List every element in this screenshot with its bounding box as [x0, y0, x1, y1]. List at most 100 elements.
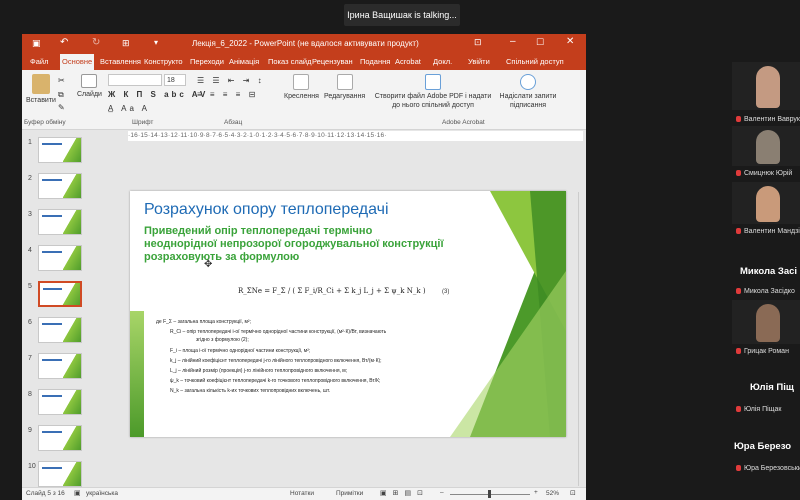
definition-line: k_j – лінійний коефіцієнт теплопередачі …	[170, 358, 382, 364]
slide-thumbnail-number: 9	[28, 427, 32, 434]
close-icon[interactable]: ✕	[566, 36, 574, 47]
undo-icon[interactable]: ↶	[60, 37, 68, 48]
thumbnail-title-line	[42, 395, 62, 397]
fit-slide-icon[interactable]: ⊡	[570, 489, 576, 497]
tab-design[interactable]: Конструкто	[144, 57, 183, 66]
participant-label: Микола Засідко	[736, 288, 795, 295]
tab-view[interactable]: Подання	[360, 57, 390, 66]
thumbnail-title-line	[43, 288, 63, 290]
share-button[interactable]: Спільний доступ	[506, 57, 564, 66]
slide-thumbnail-number: 4	[28, 247, 32, 254]
vertical-scrollbar[interactable]	[578, 192, 586, 486]
zoom-in-icon[interactable]: +	[534, 489, 538, 496]
thumbnail-title-line	[42, 323, 62, 325]
window-title: Лекція_6_2022 - PowerPoint (не вдалося а…	[192, 39, 419, 48]
ribbon: Вставити ✂ ⧉ ✎ Слайди 18 Ж К П S abc AV …	[22, 70, 586, 130]
slide-thumbnail[interactable]	[38, 317, 82, 343]
ribbon-tabs: Файл Основне Вставлення Конструкто Перех…	[22, 54, 586, 70]
font-family-select[interactable]	[108, 74, 162, 86]
search-icon	[336, 74, 353, 90]
muted-mic-icon	[736, 348, 741, 355]
font-size-select[interactable]: 18	[164, 74, 186, 86]
present-icon[interactable]: ⊞	[122, 38, 130, 49]
sign-in-link[interactable]: Увійти	[468, 57, 490, 66]
tab-home[interactable]: Основне	[60, 54, 95, 70]
definition-line: L_j – лінійний розмір (проекція) j-го лі…	[170, 368, 348, 374]
tab-transitions[interactable]: Переходи	[190, 57, 224, 66]
paste-button[interactable]: Вставити	[26, 74, 56, 105]
align-buttons[interactable]: ≡ ≡ ≡ ≡ ⊟	[197, 90, 258, 99]
slides-button[interactable]: Слайди	[77, 74, 102, 99]
group-adobe: Adobe Acrobat	[442, 119, 485, 126]
definition-line: де F_Σ – загальна площа конструкції, м²;	[156, 319, 251, 325]
view-buttons[interactable]: ▣⊞▤⊡	[380, 489, 429, 497]
minimize-icon[interactable]: –	[510, 36, 516, 47]
cut-icon[interactable]: ✂	[58, 76, 65, 85]
tab-review[interactable]: Рецензуван	[312, 57, 353, 66]
participant-name: Грицак Роман	[744, 348, 789, 355]
participant-avatar	[756, 130, 780, 164]
definition-line: N_k – загальна кількість k-их точкових т…	[170, 388, 331, 394]
comments-button[interactable]: Примітки	[336, 490, 363, 497]
thumbnail-title-line	[42, 467, 62, 469]
slide-thumbnail[interactable]	[38, 245, 82, 271]
redo-icon[interactable]: ↻	[92, 37, 100, 48]
request-signatures-button[interactable]: Надіслати запити підписання	[496, 74, 560, 110]
zoom-level[interactable]: 52%	[546, 490, 559, 497]
tab-tell-me[interactable]: Докл.	[433, 57, 452, 66]
participant-label: Смицнюк Юрій	[736, 170, 792, 177]
participant-video[interactable]	[732, 182, 800, 224]
maximize-icon[interactable]: ☐	[536, 37, 544, 48]
green-decoration	[450, 191, 566, 437]
resistance-formula: R_ΣNe = F_Σ / ( Σ F_i/R_Ci + Σ k_j L_j +…	[238, 287, 426, 295]
slide-thumbnail[interactable]	[38, 281, 82, 307]
customize-qat-icon[interactable]: ▾	[154, 38, 158, 47]
zoom-slider-thumb[interactable]	[488, 490, 491, 498]
horizontal-ruler: ·16·15·14·13·12·11·10·9·8·7·6·5·4·3·2·1·…	[128, 131, 583, 141]
new-slide-icon	[81, 74, 98, 88]
slide-thumbnail[interactable]	[38, 173, 82, 199]
drawing-button[interactable]: Креслення	[284, 74, 319, 101]
font-format-buttons[interactable]: Ж К П S abc AV	[108, 90, 208, 99]
spellcheck-icon[interactable]: ▣	[74, 489, 81, 497]
participant-name: Юра Березовський	[744, 465, 800, 472]
slide-title: Розрахунок опору теплопередачі	[144, 201, 389, 218]
group-paragraph: Абзац	[224, 119, 243, 126]
tab-acrobat[interactable]: Acrobat	[395, 57, 421, 66]
slide-thumbnail[interactable]	[38, 461, 82, 487]
slide-thumbnail[interactable]	[38, 137, 82, 163]
muted-mic-icon	[736, 465, 741, 472]
tab-file[interactable]: Файл	[30, 57, 48, 66]
thumbnail-title-line	[42, 215, 62, 217]
language-indicator[interactable]: українська	[86, 490, 118, 497]
participant-name: Микола Засідко	[744, 288, 795, 295]
font-color-buttons[interactable]: A̲ Aa A	[108, 104, 150, 113]
group-clipboard: Буфер обміну	[24, 119, 66, 126]
copy-icon[interactable]: ⧉	[58, 90, 64, 100]
tab-insert[interactable]: Вставлення	[100, 57, 141, 66]
editing-button[interactable]: Редагування	[324, 74, 365, 101]
slide-thumbnail[interactable]	[38, 389, 82, 415]
green-left-bar	[130, 311, 144, 437]
group-font: Шрифт	[132, 119, 154, 126]
thumbnail-title-line	[42, 359, 62, 361]
list-buttons[interactable]: ☰ ☰ ⇤ ⇥ ↕	[197, 76, 265, 85]
create-pdf-button[interactable]: Створити файл Adobe PDF і надати до ньог…	[372, 74, 494, 110]
zoom-out-icon[interactable]: –	[440, 489, 444, 496]
slide-thumbnail[interactable]	[38, 353, 82, 379]
tab-animations[interactable]: Анімація	[229, 57, 259, 66]
slide-thumbnail[interactable]	[38, 209, 82, 235]
participant-video[interactable]	[732, 62, 800, 110]
participant-name: Юлія Піщак	[744, 406, 782, 413]
cursor-icon: ✥	[204, 259, 213, 270]
participant-video[interactable]	[732, 126, 800, 166]
slide-canvas[interactable]: Розрахунок опору теплопередачі Приведени…	[130, 191, 566, 437]
notes-button[interactable]: Нотатки	[290, 490, 314, 497]
participant-video[interactable]	[732, 300, 800, 344]
format-painter-icon[interactable]: ✎	[58, 103, 65, 112]
save-icon[interactable]: ▣	[32, 38, 41, 49]
slide-thumbnail[interactable]	[38, 425, 82, 451]
ribbon-display-icon[interactable]: ⊡	[474, 37, 482, 48]
tab-slideshow[interactable]: Показ слайд	[268, 57, 311, 66]
slide-thumbnail-number: 6	[28, 319, 32, 326]
